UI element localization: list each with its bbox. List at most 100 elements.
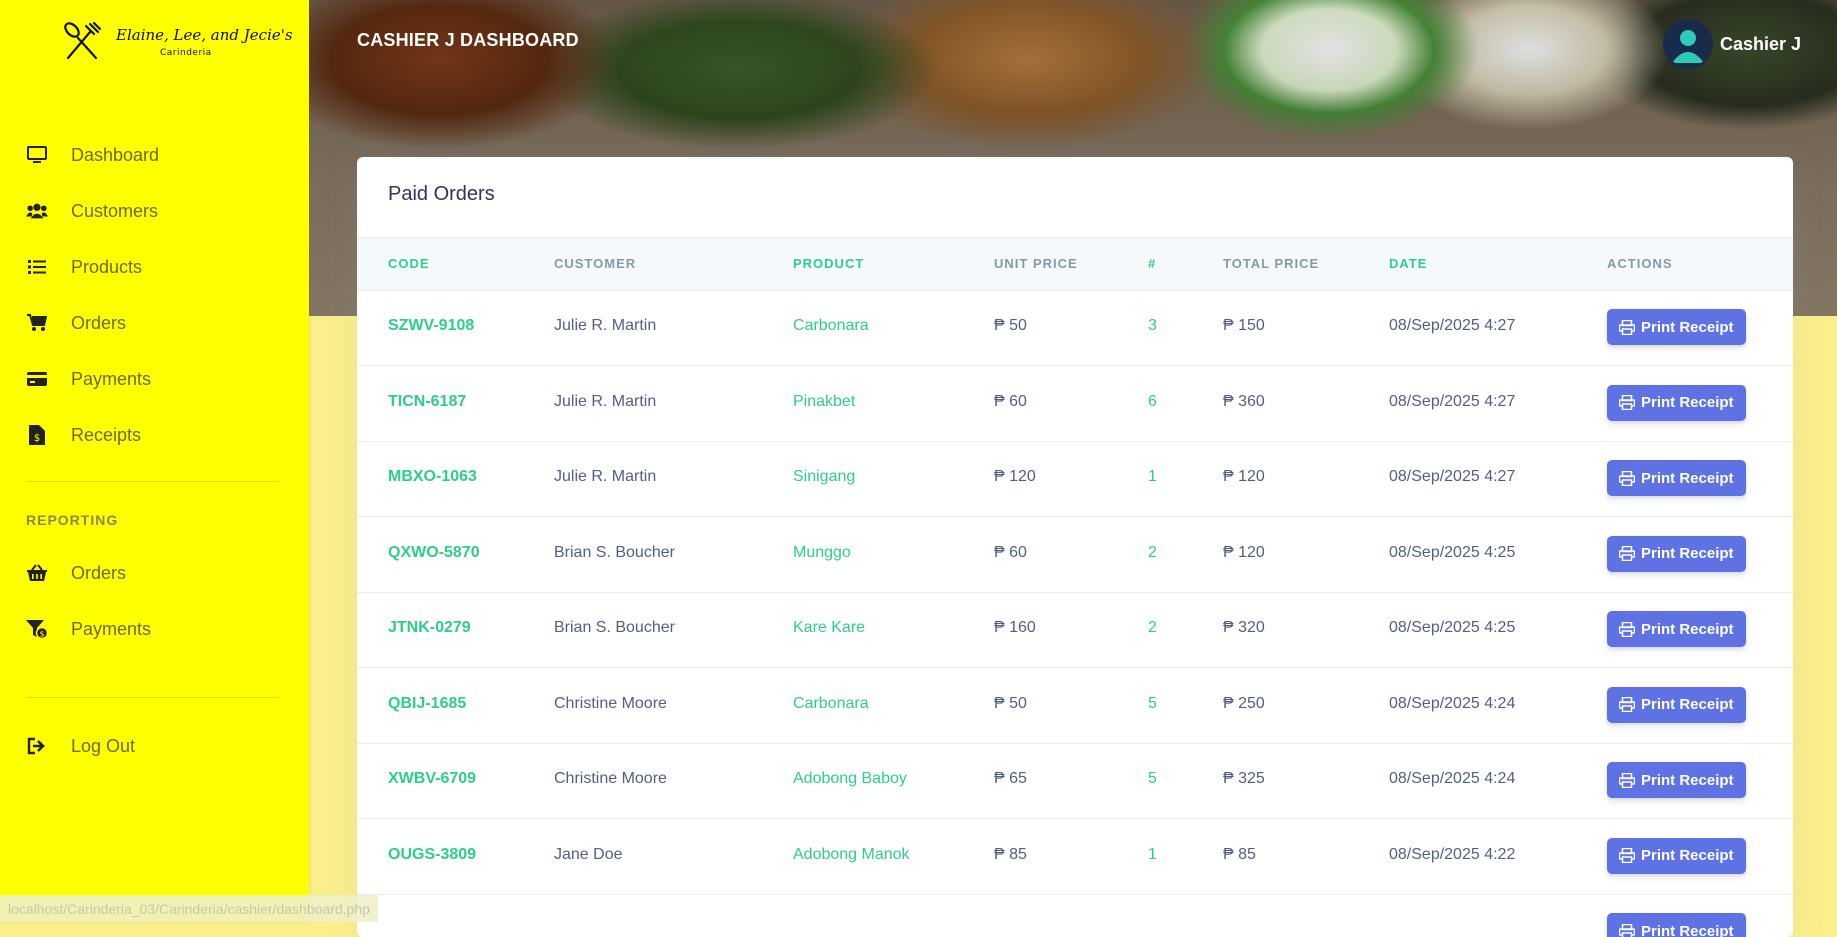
- sidebar-divider: [26, 481, 279, 482]
- cell-date: 08/Sep/2025 4:25: [1389, 619, 1515, 637]
- sidebar-item-report-orders[interactable]: Orders: [0, 548, 309, 598]
- table-row: XWBV-6709Christine MooreAdobong Baboy₱ 6…: [357, 743, 1793, 819]
- sidebar-item-receipts[interactable]: $ Receipts: [0, 410, 309, 460]
- cell-customer: Julie R. Martin: [554, 317, 656, 335]
- print-receipt-button[interactable]: Print Receipt: [1607, 913, 1746, 937]
- print-receipt-button[interactable]: Print Receipt: [1607, 611, 1746, 647]
- sidebar-item-label: Log Out: [71, 736, 135, 757]
- sidebar-item-label: Customers: [71, 201, 158, 222]
- print-receipt-button[interactable]: Print Receipt: [1607, 762, 1746, 798]
- cell-unit-price: ₱ 160: [994, 619, 1036, 637]
- cell-customer: Julie R. Martin: [554, 393, 656, 411]
- users-icon: [26, 200, 48, 222]
- table-row: JTNK-0279Brian S. BoucherKare Kare₱ 1602…: [357, 592, 1793, 668]
- cell-customer: Christine Moore: [554, 695, 667, 713]
- browser-status-url: localhost/Carinderia_03/Carinderia/cashi…: [0, 895, 378, 922]
- cell-product: Adobong Manok: [793, 846, 910, 864]
- brand-name: Elaine, Lee, and Jecie's: [116, 26, 293, 44]
- cell-unit-price: ₱ 50: [994, 317, 1027, 335]
- reporting-heading: REPORTING: [26, 512, 118, 528]
- print-icon: [1619, 320, 1635, 335]
- monitor-icon: [26, 144, 48, 166]
- cell-unit-price: ₱ 60: [994, 544, 1027, 562]
- cell-quantity: 5: [1148, 770, 1157, 788]
- svg-text:$: $: [39, 630, 44, 639]
- cell-total-price: ₱ 85: [1223, 846, 1256, 864]
- sidebar-item-label: Orders: [71, 313, 126, 334]
- table-row: SZWV-9108 Julie R. Martin Carbonara ₱ 50 3 ₱ …: [357, 290, 1793, 366]
- print-icon: [1619, 697, 1635, 712]
- print-receipt-button[interactable]: Print Receipt: [1607, 536, 1746, 572]
- sidebar-item-label: Dashboard: [71, 145, 159, 166]
- cell-code: XWBV-6709: [388, 770, 476, 788]
- print-receipt-label: Print Receipt: [1641, 621, 1734, 638]
- cell-total-price: ₱ 120: [1223, 468, 1265, 486]
- cell-unit-price: ₱ 120: [994, 468, 1036, 486]
- cell-date: 08/Sep/2025 4:27: [1389, 317, 1515, 335]
- print-receipt-button[interactable]: Print Receipt: [1607, 385, 1746, 421]
- cell-quantity: 1: [1148, 846, 1157, 864]
- sidebar-item-orders[interactable]: Orders: [0, 298, 309, 348]
- print-icon: [1619, 395, 1635, 410]
- column-header-unit-price: UNIT PRICE: [994, 256, 1078, 271]
- column-header-total-price: TOTAL PRICE: [1223, 256, 1319, 271]
- credit-card-icon: [26, 368, 48, 390]
- sidebar-item-label: Payments: [71, 369, 151, 390]
- sidebar-item-logout[interactable]: Log Out: [0, 721, 309, 771]
- cell-code: QXWO-5870: [388, 544, 480, 562]
- fork-knife-icon: [60, 20, 104, 64]
- brand-logo[interactable]: Elaine, Lee, and Jecie's Carinderia: [60, 20, 250, 66]
- print-receipt-label: Print Receipt: [1641, 847, 1734, 864]
- svg-text:$: $: [34, 433, 40, 444]
- cell-quantity: 3: [1148, 317, 1157, 335]
- paid-orders-card: Paid Orders CODE CUSTOMER PRODUCT UNIT P…: [357, 157, 1793, 937]
- sign-out-icon: [26, 735, 48, 757]
- cell-product: Munggo: [793, 544, 851, 562]
- sidebar-item-customers[interactable]: Customers: [0, 186, 309, 236]
- avatar: [1665, 21, 1711, 67]
- print-receipt-label: Print Receipt: [1641, 772, 1734, 789]
- cell-date: 08/Sep/2025 4:24: [1389, 695, 1515, 713]
- cell-total-price: ₱ 150: [1223, 317, 1265, 335]
- print-receipt-button[interactable]: Print Receipt: [1607, 460, 1746, 496]
- cell-customer: Julie R. Martin: [554, 468, 656, 486]
- cell-total-price: ₱ 320: [1223, 619, 1265, 637]
- print-receipt-button[interactable]: Print Receipt: [1607, 687, 1746, 723]
- cell-code: SZWV-9108: [388, 317, 474, 335]
- cell-date: 08/Sep/2025 4:25: [1389, 544, 1515, 562]
- user-menu[interactable]: Cashier J: [1665, 21, 1801, 67]
- print-receipt-button[interactable]: Print Receipt: [1607, 309, 1746, 345]
- print-icon: [1619, 622, 1635, 637]
- sidebar-item-report-payments[interactable]: $ Payments: [0, 604, 309, 654]
- card-title: Paid Orders: [388, 183, 495, 206]
- cart-icon: [26, 312, 48, 334]
- print-icon: [1619, 773, 1635, 788]
- sidebar-item-payments[interactable]: Payments: [0, 354, 309, 404]
- print-receipt-label: Print Receipt: [1641, 319, 1734, 336]
- cell-unit-price: ₱ 60: [994, 393, 1027, 411]
- sidebar: Elaine, Lee, and Jecie's Carinderia Dash…: [0, 0, 309, 922]
- funnel-dollar-icon: $: [26, 618, 48, 640]
- cell-code: QBIJ-1685: [388, 695, 466, 713]
- cell-code: JTNK-0279: [388, 619, 471, 637]
- sidebar-item-dashboard[interactable]: Dashboard: [0, 130, 309, 180]
- cell-total-price: ₱ 360: [1223, 393, 1265, 411]
- column-header-code: CODE: [388, 256, 430, 271]
- cell-total-price: ₱ 120: [1223, 544, 1265, 562]
- column-header-quantity: #: [1148, 256, 1156, 271]
- sidebar-divider: [26, 697, 279, 698]
- table-row: Print Receipt: [357, 894, 1793, 937]
- basket-icon: [26, 562, 48, 584]
- cell-product: Kare Kare: [793, 619, 865, 637]
- print-receipt-button[interactable]: Print Receipt: [1607, 838, 1746, 874]
- page-title: CASHIER J DASHBOARD: [357, 30, 579, 51]
- sidebar-item-products[interactable]: Products: [0, 242, 309, 292]
- column-header-actions: ACTIONS: [1607, 256, 1673, 271]
- cell-product: Carbonara: [793, 317, 869, 335]
- cell-date: 08/Sep/2025 4:24: [1389, 770, 1515, 788]
- column-header-date: DATE: [1389, 256, 1427, 271]
- print-icon: [1619, 546, 1635, 561]
- cell-code: OUGS-3809: [388, 846, 476, 864]
- cell-unit-price: ₱ 65: [994, 770, 1027, 788]
- cell-quantity: 1: [1148, 468, 1157, 486]
